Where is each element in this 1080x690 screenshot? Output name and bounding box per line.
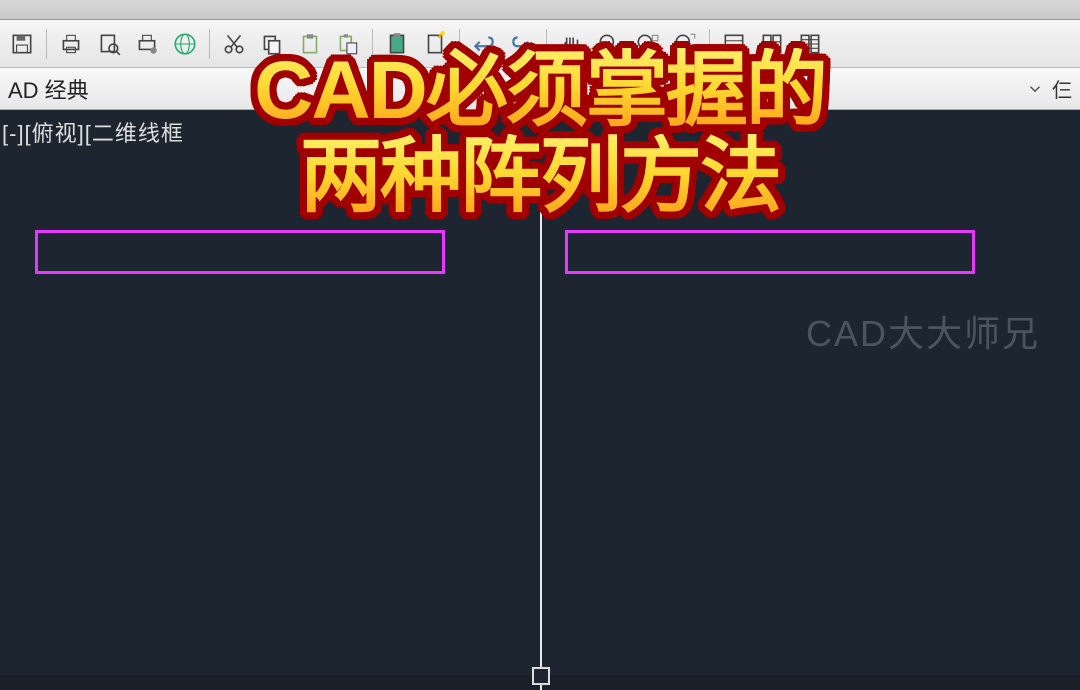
print-preview-button[interactable] (91, 26, 127, 62)
cut-button[interactable] (216, 26, 252, 62)
drawing-canvas[interactable]: [-][俯视][二维线框 CAD必须掌握的 两种阵列方法 CAD大大师兄 (0, 110, 1080, 675)
title-line-2: 两种阵列方法 (254, 134, 826, 220)
save-button[interactable] (4, 26, 40, 62)
watermark-text: CAD大大师兄 (806, 305, 1040, 357)
cut-icon (221, 31, 247, 57)
save-icon (9, 31, 35, 57)
chevron-down-icon[interactable] (1026, 80, 1044, 98)
toolbar-separator (46, 29, 47, 59)
viewport-label[interactable]: [-][俯视][二维线框 (2, 116, 184, 148)
print-button[interactable] (53, 26, 89, 62)
page-setup-button[interactable] (129, 26, 165, 62)
workspace-right-label: 仨 (1052, 74, 1072, 103)
toolbar-separator (209, 29, 210, 59)
browser-tab-area (0, 0, 1080, 20)
globe-button[interactable] (167, 26, 203, 62)
drawing-rectangle-2[interactable] (565, 230, 975, 274)
print-icon (58, 31, 84, 57)
line-endpoint-marker[interactable] (532, 667, 550, 685)
globe-icon (172, 31, 198, 57)
drawing-vertical-line[interactable] (540, 170, 542, 690)
drawing-rectangle-1[interactable] (35, 230, 445, 274)
title-overlay: CAD必须掌握的 两种阵列方法 (254, 48, 826, 220)
page-setup-icon (134, 31, 160, 57)
title-line-1: CAD必须掌握的 (254, 48, 826, 134)
workspace-label[interactable]: AD 经典 (8, 73, 89, 105)
print-preview-icon (96, 31, 122, 57)
